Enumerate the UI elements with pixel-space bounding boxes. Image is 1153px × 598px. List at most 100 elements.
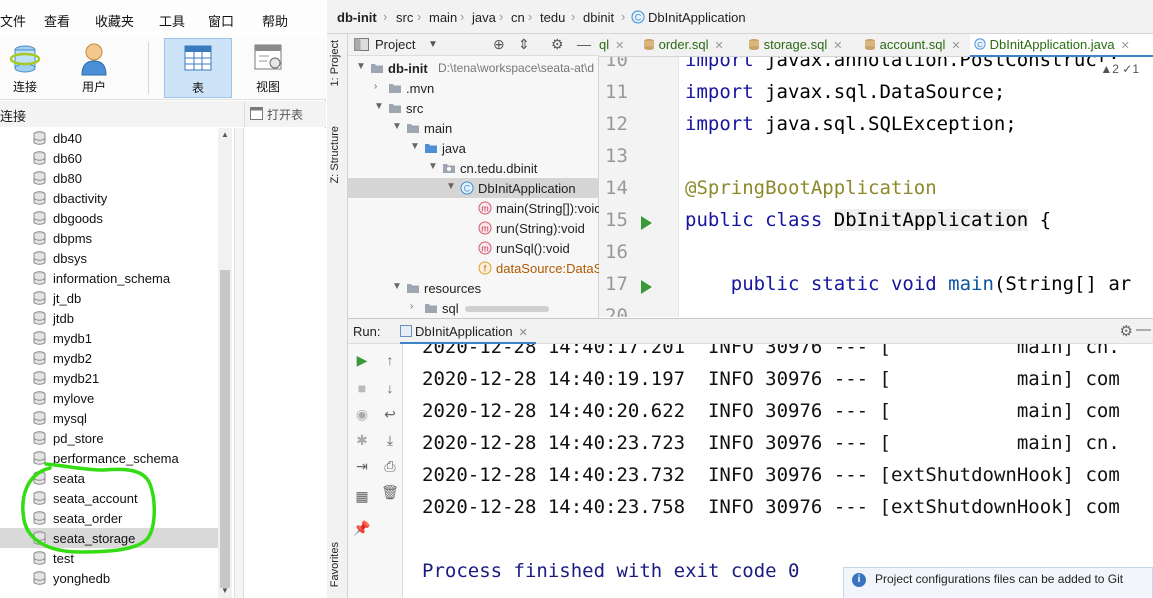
trash-icon[interactable]: 🗑 — [381, 484, 399, 501]
database-item[interactable]: db60 — [0, 148, 218, 168]
gear-icon[interactable]: ⚙ — [551, 36, 564, 53]
camera-icon[interactable]: ◉ — [353, 406, 371, 423]
tree-node[interactable]: m main(String[]):void — [348, 198, 601, 218]
tree-node[interactable]: ▼ C DbInitApplication — [348, 178, 599, 198]
database-item[interactable]: yonghedb — [0, 568, 218, 588]
scroll-up-icon[interactable]: ↑ — [381, 352, 399, 368]
run-tab[interactable]: DbInitApplication ✕ — [400, 319, 536, 344]
chevron-down-icon[interactable]: ▼ — [428, 39, 438, 50]
stop-icon[interactable]: ■ — [353, 380, 371, 396]
scroll-down-icon[interactable]: ▼ — [220, 586, 230, 595]
database-list-scrollbar[interactable]: ▲ ▼ — [218, 128, 232, 598]
crumb-class[interactable]: DbInitApplication — [648, 10, 746, 25]
database-item[interactable]: seata_storage — [0, 528, 218, 548]
chevron-down-icon[interactable]: ▼ — [356, 61, 366, 72]
menu-tools[interactable]: 工具 — [159, 11, 185, 30]
tree-node[interactable]: ▼ cn.tedu.dbinit — [348, 158, 599, 178]
inspection-widget[interactable]: ▲2 ✓1 — [1100, 62, 1139, 76]
chevron-right-icon[interactable]: › — [374, 81, 377, 92]
database-item[interactable]: mysql — [0, 408, 218, 428]
scroll-down-icon[interactable]: ↓ — [381, 380, 399, 396]
minimize-icon[interactable]: — — [577, 36, 591, 52]
database-item[interactable]: seata_order — [0, 508, 218, 528]
git-notification[interactable]: i Project configurations files can be ad… — [843, 567, 1153, 598]
crumb-cn[interactable]: cn — [511, 10, 525, 25]
database-item[interactable]: db80 — [0, 168, 218, 188]
scroll-to-end-icon[interactable]: ⤓ — [381, 432, 399, 449]
chevron-down-icon[interactable]: ▼ — [410, 141, 420, 152]
chevron-right-icon[interactable]: › — [410, 301, 413, 312]
menu-window[interactable]: 窗口 — [208, 11, 234, 30]
code-editor[interactable]: 10 11 12 13 14 15 16 17 20 import javax.annotati… — [599, 57, 1153, 317]
scroll-thumb[interactable] — [220, 270, 230, 588]
print-icon[interactable]: ⎙ — [381, 458, 399, 475]
crumb-tedu[interactable]: tedu — [540, 10, 565, 25]
panel-splitter[interactable] — [234, 128, 244, 598]
database-item[interactable]: dbactivity — [0, 188, 218, 208]
database-item[interactable]: mydb1 — [0, 328, 218, 348]
chevron-down-icon[interactable]: ▼ — [392, 281, 402, 292]
crumb-dbinit[interactable]: dbinit — [583, 10, 614, 25]
restore-layout-icon[interactable]: ⇥ — [353, 458, 371, 475]
crumb-src[interactable]: src — [396, 10, 413, 25]
database-item[interactable]: jtdb — [0, 308, 218, 328]
tab-sql-file[interactable]: ql ✕ — [599, 34, 639, 57]
tab-dbinitapplication-java[interactable]: C DbInitApplication.java ✕ — [970, 34, 1153, 57]
tab-order-sql[interactable]: order.sql ✕ — [639, 34, 744, 57]
database-item[interactable]: information_schema — [0, 268, 218, 288]
database-item[interactable]: db40 — [0, 128, 218, 148]
scroll-up-icon[interactable]: ▲ — [220, 130, 230, 139]
database-item[interactable]: dbpms — [0, 228, 218, 248]
database-item[interactable]: jt_db — [0, 288, 218, 308]
tree-node[interactable]: › .mvn — [348, 78, 599, 98]
gear-icon[interactable]: ⚙ — [1120, 322, 1133, 340]
crumb-java[interactable]: java — [472, 10, 496, 25]
tab-account-sql[interactable]: account.sql ✕ — [860, 34, 970, 57]
tree-node[interactable]: f dataSource:DataSou — [348, 258, 617, 278]
run-gutter-icon[interactable] — [641, 216, 652, 230]
table-button[interactable]: 表 — [164, 38, 232, 98]
crumb-project[interactable]: db-init — [337, 10, 377, 25]
chevron-down-icon[interactable]: ▼ — [446, 181, 456, 192]
chevron-down-icon[interactable]: ▼ — [374, 101, 384, 112]
tree-node[interactable]: ▼ java — [348, 138, 599, 158]
crumb-main[interactable]: main — [429, 10, 457, 25]
database-item[interactable]: pd_store — [0, 428, 218, 448]
database-item[interactable]: performance_schema — [0, 448, 218, 468]
soft-wrap-icon[interactable]: ↩ — [381, 406, 399, 423]
favorites-tool-tab[interactable]: Favorites — [329, 542, 341, 587]
open-table-button[interactable]: 打开表 — [267, 106, 303, 123]
menu-help[interactable]: 帮助 — [262, 11, 288, 30]
rerun-icon[interactable]: ▶ — [353, 352, 371, 369]
database-item[interactable]: dbsys — [0, 248, 218, 268]
tree-root[interactable]: ▼ db-init D:\tena\workspace\seata-at\d — [348, 58, 599, 78]
run-gutter-icon[interactable] — [641, 280, 652, 294]
tree-node[interactable]: ▼ main — [348, 118, 599, 138]
project-tool-tab[interactable]: 1: Project — [329, 40, 341, 86]
tab-storage-sql[interactable]: storage.sql ✕ — [744, 34, 860, 57]
chevron-down-icon[interactable]: ▼ — [428, 161, 438, 172]
view-button[interactable]: 视图 — [234, 38, 302, 98]
database-item[interactable]: seata — [0, 468, 218, 488]
database-item[interactable]: test — [0, 548, 218, 568]
tree-node[interactable]: m runSql():void — [348, 238, 599, 258]
structure-tool-tab[interactable]: Z: Structure — [329, 126, 341, 183]
pin-icon[interactable]: 📌 — [353, 520, 371, 537]
menu-favorites[interactable]: 收藏夹 — [95, 11, 134, 30]
database-item[interactable]: mydb21 — [0, 368, 218, 388]
menu-file[interactable]: 文件 — [0, 11, 26, 30]
user-button[interactable]: 用户 — [60, 38, 128, 98]
locate-icon[interactable]: ⊕ — [493, 36, 505, 53]
tree-node[interactable]: ▼ src — [348, 98, 599, 118]
connect-button[interactable]: 连接 — [0, 38, 59, 98]
layout-icon[interactable]: ▦ — [353, 488, 371, 505]
collapse-icon[interactable]: ⇕ — [518, 36, 530, 53]
database-item[interactable]: mylove — [0, 388, 218, 408]
database-item[interactable]: dbgoods — [0, 208, 218, 228]
project-view-selector[interactable]: Project — [375, 37, 415, 52]
menu-view[interactable]: 查看 — [44, 11, 70, 30]
settings-icon[interactable]: ✱ — [353, 432, 371, 449]
database-item[interactable]: seata_account — [0, 488, 218, 508]
database-item[interactable]: mydb2 — [0, 348, 218, 368]
tree-horizontal-scrollbar[interactable] — [465, 306, 549, 312]
